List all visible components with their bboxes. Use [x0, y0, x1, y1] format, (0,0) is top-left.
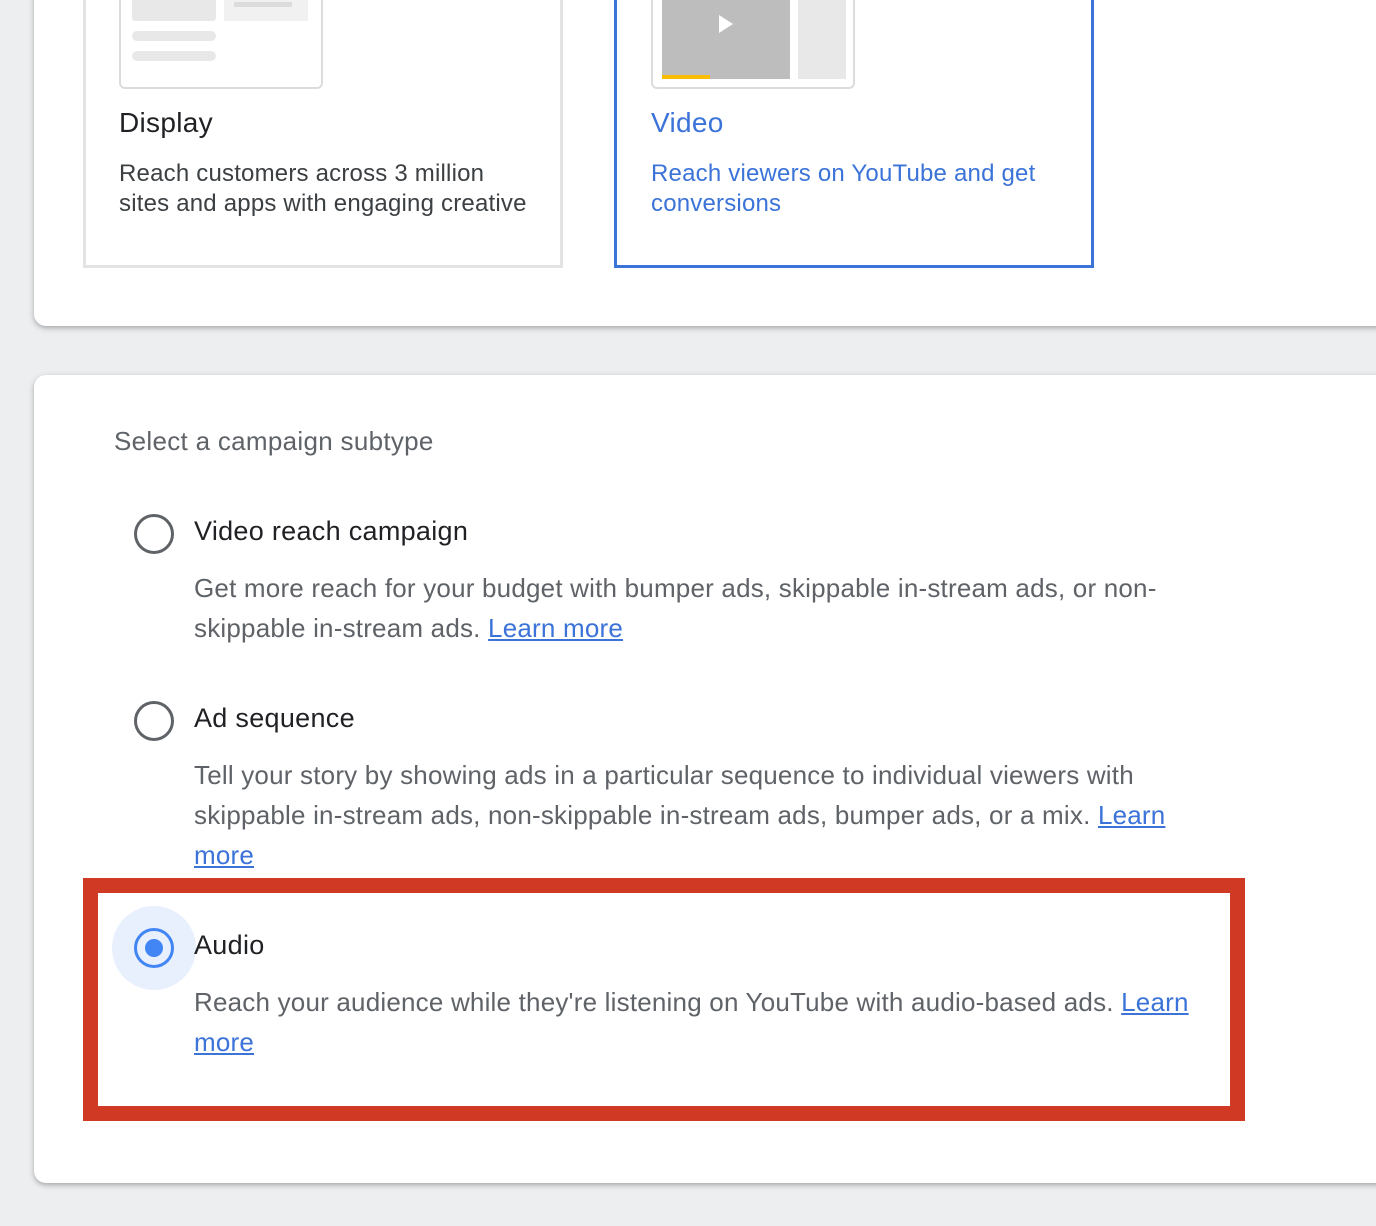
option-description-text: Tell your story by showing ads in a part… — [194, 760, 1134, 830]
learn-more-link[interactable]: Learn more — [488, 613, 623, 643]
radio-touch-target[interactable] — [112, 679, 196, 763]
option-description: Get more reach for your budget with bump… — [194, 568, 1204, 648]
campaign-type-display[interactable]: Display Reach customers across 3 million… — [83, 0, 563, 268]
video-type-title: Video — [651, 107, 724, 138]
option-description-text: Get more reach for your budget with bump… — [194, 573, 1157, 643]
campaign-type-video[interactable]: Video Reach viewers on YouTube and get c… — [614, 0, 1094, 268]
radio-unchecked-icon[interactable] — [134, 514, 174, 554]
display-illustration-icon — [119, 0, 323, 89]
option-title: Video reach campaign — [194, 516, 469, 546]
video-type-description: Reach viewers on YouTube and get convers… — [651, 160, 1036, 217]
page: Display Reach customers across 3 million… — [0, 0, 1376, 1226]
display-illustration-graphic — [132, 0, 308, 61]
display-type-description: Reach customers across 3 million sites a… — [119, 160, 527, 217]
display-type-title: Display — [119, 107, 213, 138]
radio-unchecked-icon[interactable] — [134, 701, 174, 741]
option-description: Tell your story by showing ads in a part… — [194, 755, 1204, 875]
option-title: Ad sequence — [194, 703, 355, 733]
video-illustration-icon — [651, 0, 855, 89]
highlight-annotation-box — [83, 878, 1245, 1121]
radio-touch-target[interactable] — [112, 492, 196, 576]
video-illustration-graphic — [662, 0, 846, 79]
subtype-section-title: Select a campaign subtype — [114, 426, 434, 456]
